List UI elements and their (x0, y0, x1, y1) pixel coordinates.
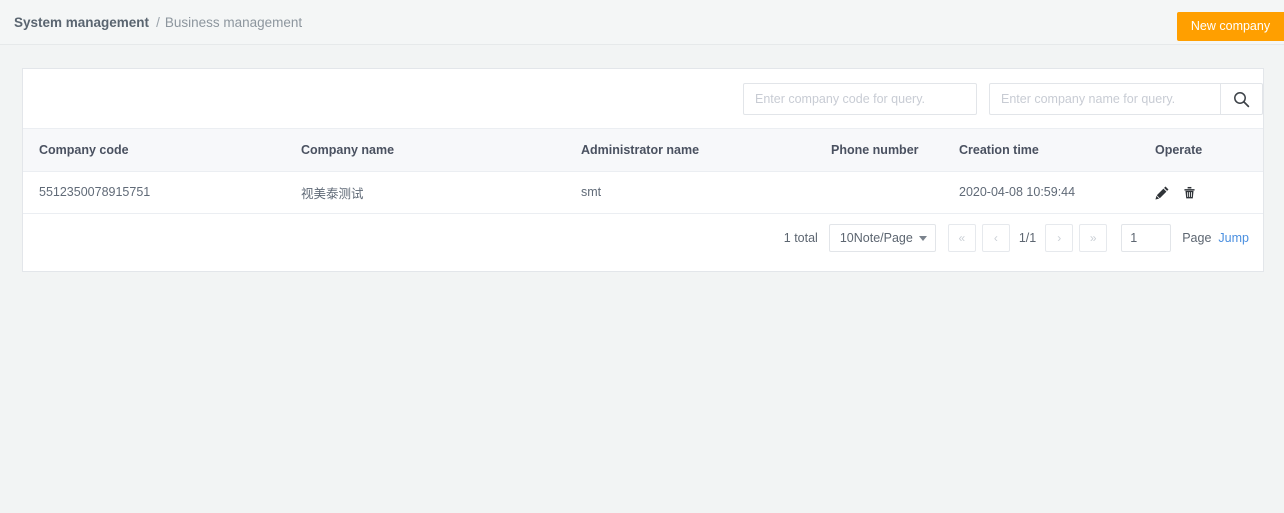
search-button[interactable] (1221, 83, 1263, 115)
cell-company-code: 5512350078915751 (23, 171, 285, 214)
company-table: Company code Company name Administrator … (23, 129, 1263, 214)
pagination-bar: 1 total 10Note/Page « ‹ 1/1 › » Page Jum… (23, 213, 1263, 262)
delete-icon[interactable] (1182, 185, 1197, 200)
table-header-row: Company code Company name Administrator … (23, 129, 1263, 172)
company-list-card: Company code Company name Administrator … (22, 68, 1264, 272)
breadcrumb-parent[interactable]: System management (14, 15, 149, 30)
breadcrumb-separator: / (156, 15, 160, 30)
column-header-phone-number: Phone number (815, 129, 943, 172)
cell-company-name: 视美泰测试 (285, 171, 565, 214)
cell-operate (1139, 171, 1263, 214)
column-header-creation-time: Creation time (943, 129, 1139, 172)
table-row[interactable]: 5512350078915751 视美泰测试 smt 2020-04-08 10… (23, 171, 1263, 214)
pagination-next-button[interactable]: › (1045, 223, 1074, 252)
filter-bar (23, 69, 1263, 129)
page-jump-input[interactable] (1121, 223, 1172, 252)
pagination-prev-button[interactable]: ‹ (981, 223, 1010, 252)
table-body: 5512350078915751 视美泰测试 smt 2020-04-08 10… (23, 171, 1263, 214)
company-code-search-input[interactable] (743, 83, 977, 115)
page-size-select[interactable]: 10Note/Page (828, 223, 936, 252)
column-header-administrator-name: Administrator name (565, 129, 815, 172)
column-header-company-code: Company code (23, 129, 285, 172)
cell-creation-time: 2020-04-08 10:59:44 (943, 171, 1139, 214)
breadcrumb-current: Business management (164, 15, 303, 30)
edit-icon[interactable] (1155, 185, 1170, 200)
search-icon (1233, 91, 1250, 108)
filter-controls (743, 83, 1263, 115)
breadcrumb: System management / Business management (14, 0, 302, 45)
chevron-down-icon (918, 235, 927, 241)
column-header-company-name: Company name (285, 129, 565, 172)
page-word-label: Page (1182, 230, 1212, 245)
pagination-current-page: 1/1 (1018, 230, 1037, 245)
cell-phone-number (815, 171, 943, 214)
pagination-first-button[interactable]: « (947, 223, 976, 252)
table-header: Company code Company name Administrator … (23, 129, 1263, 172)
page-size-label: 10Note/Page (839, 230, 913, 245)
cell-administrator-name: smt (565, 171, 815, 214)
new-company-button[interactable]: New company (1177, 12, 1284, 41)
company-name-search-input[interactable] (989, 83, 1221, 115)
pagination-last-button[interactable]: » (1079, 223, 1108, 252)
pagination-total-label: 1 total (783, 230, 818, 245)
column-header-operate: Operate (1139, 129, 1263, 172)
top-header-bar: System management / Business management … (0, 0, 1284, 45)
page-jump-link[interactable]: Jump (1218, 231, 1249, 245)
